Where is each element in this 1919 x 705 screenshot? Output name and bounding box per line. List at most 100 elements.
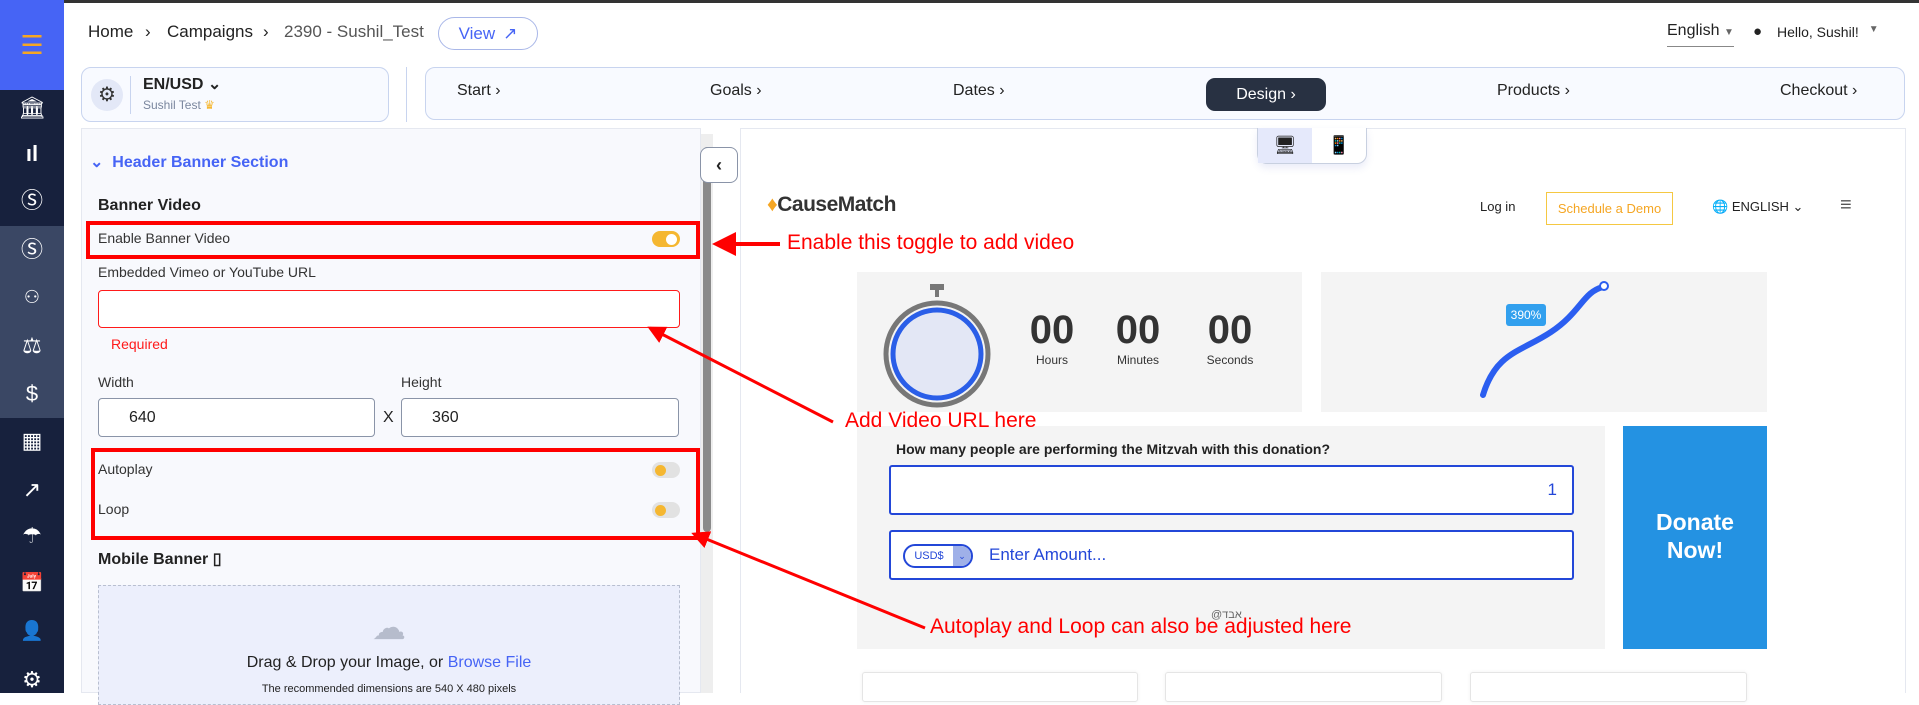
height-value: 360 [432, 408, 459, 426]
logo-text: CauseMatch [777, 193, 896, 216]
calendar-check-icon[interactable]: 📅 [0, 569, 64, 599]
countdown: 00 Hours 00 Minutes 00 Seconds [1017, 308, 1265, 367]
caret-down-icon: ▼ [1723, 27, 1734, 38]
stopwatch-icon [883, 284, 991, 408]
breadcrumb-campaigns[interactable]: Campaigns [167, 22, 253, 42]
view-button[interactable]: View ↗ [438, 17, 538, 50]
amount-input[interactable]: USD$ ⌄ Enter Amount... [889, 530, 1574, 580]
seconds-value: 00 [1207, 308, 1253, 352]
gear-icon[interactable]: ⚙ [91, 79, 123, 111]
umbrella-icon[interactable]: ☂ [0, 521, 64, 551]
chevron-down-icon: ⌄ [953, 546, 971, 566]
gear-icon[interactable]: ⚙ [0, 665, 64, 695]
grid-icon[interactable]: ▦ [0, 426, 64, 456]
section-toggle-header-banner[interactable]: ⌄ Header Banner Section [90, 152, 288, 172]
campaign-settings-card: ⚙ EN/USD ⌄ Sushil Test ♛ [81, 67, 389, 122]
progress-card: 390% [1321, 272, 1767, 412]
campaign-name: Sushil Test ♛ [143, 98, 215, 112]
seconds-label: Seconds [1206, 353, 1254, 367]
annotation-url: Add Video URL here [845, 409, 1037, 432]
progress-curve [1480, 281, 1609, 398]
bank-icon[interactable]: 🏛 [0, 93, 64, 123]
height-input[interactable]: 360 [401, 398, 679, 437]
mobile-banner-heading: Mobile Banner ▯ [98, 549, 222, 569]
people-question: How many people are performing the Mitzv… [896, 441, 1331, 457]
scrollbar[interactable] [701, 134, 713, 693]
dropzone-hint: The recommended dimensions are 540 X 480… [261, 683, 517, 695]
external-link-icon: ↗ [503, 23, 518, 43]
step-label: Goals [710, 82, 752, 99]
users-icon[interactable]: ⚇ [0, 282, 64, 312]
divider [406, 67, 407, 122]
mobile-phone-icon: ▯ [212, 551, 222, 568]
step-products[interactable]: Products › [1497, 82, 1570, 100]
chevron-down-icon: ⌄ [90, 154, 104, 171]
preview-language-value: ENGLISH [1731, 199, 1789, 214]
dropzone-label: Drag & Drop your Image, or [246, 654, 448, 671]
language-select[interactable]: English ▼ [1667, 22, 1734, 47]
scrollbar-thumb[interactable] [703, 147, 711, 532]
device-toggle: 🖥 📱 [1257, 128, 1367, 164]
greeting: Hello, Sushil! [1777, 24, 1859, 40]
video-url-input[interactable] [98, 290, 680, 328]
menu-toggle-button[interactable]: ☰ [0, 0, 64, 90]
chevron-right-icon: › [263, 22, 269, 41]
amount-placeholder: Enter Amount... [989, 545, 1107, 564]
locale-select[interactable]: EN/USD ⌄ [143, 74, 221, 94]
collapse-panel-button[interactable]: ‹ [700, 147, 738, 183]
mobile-banner-dropzone[interactable]: ☁ Drag & Drop your Image, or Browse File… [98, 585, 680, 705]
step-dates[interactable]: Dates › [953, 82, 1005, 100]
donate-line2: Now! [1666, 537, 1724, 563]
breadcrumb-home[interactable]: Home [88, 22, 133, 42]
dropzone-text: Drag & Drop your Image, or Browse File [99, 654, 679, 672]
donate-now-button[interactable]: Donate Now! [1623, 426, 1767, 649]
step-start[interactable]: Start › [457, 82, 501, 100]
desktop-view-button[interactable]: 🖥 [1258, 128, 1312, 163]
login-link[interactable]: Log in [1480, 199, 1515, 214]
donate-line1: Donate [1656, 509, 1734, 535]
user-icon[interactable]: 👤 [0, 617, 64, 647]
people-count-value: 1 [1547, 480, 1557, 499]
mobile-view-button[interactable]: 📱 [1312, 128, 1366, 163]
dollar-circle-icon[interactable]: Ⓢ [0, 235, 64, 265]
step-label: Checkout [1780, 82, 1848, 99]
banner-video-heading: Banner Video [98, 197, 201, 214]
currency-select[interactable]: USD$ ⌄ [903, 544, 973, 568]
width-input[interactable]: 640 [98, 398, 375, 437]
annotation-toggle: Enable this toggle to add video [787, 231, 1075, 254]
width-value: 640 [129, 408, 156, 426]
step-design[interactable]: Design › [1206, 78, 1326, 111]
steps-bar [425, 67, 1905, 120]
bar-chart-icon[interactable]: ıl [0, 139, 64, 169]
user-menu[interactable]: Hello, Sushil! ▼ [1777, 24, 1879, 40]
step-label: Design [1236, 85, 1287, 103]
step-checkout[interactable]: Checkout › [1780, 82, 1857, 100]
step-goals[interactable]: Goals › [710, 82, 762, 100]
dollar-circle-icon[interactable]: Ⓢ [0, 186, 64, 216]
preview-language-select[interactable]: 🌐 ENGLISH ⌄ [1712, 199, 1803, 215]
annotation-box-autoplay-loop [91, 448, 700, 540]
url-label: Embedded Vimeo or YouTube URL [98, 264, 316, 280]
locale-value: EN/USD [143, 76, 204, 93]
breadcrumb-current: 2390 - Sushil_Test [284, 22, 424, 41]
annotation-box-toggle [86, 221, 700, 259]
hours-label: Hours [1035, 353, 1068, 367]
url-error: Required [111, 336, 168, 352]
hours-value: 00 [1029, 308, 1075, 352]
scales-icon[interactable]: ⚖ [0, 331, 64, 361]
user-avatar-icon: ● [1753, 23, 1763, 40]
height-label: Height [401, 374, 442, 390]
divider [130, 76, 131, 114]
arrow-up-right-icon[interactable]: ↗ [0, 475, 64, 505]
hamburger-icon[interactable]: ≡ [1840, 194, 1852, 217]
dollar-icon[interactable]: $ [0, 379, 64, 409]
crown-icon: ♛ [204, 98, 215, 112]
caret-down-icon: ▼ [1868, 24, 1879, 35]
schedule-demo-button[interactable]: Schedule a Demo [1546, 192, 1673, 225]
minutes-label: Minutes [1116, 353, 1160, 367]
browse-file-link[interactable]: Browse File [448, 654, 532, 671]
step-label: Dates [953, 82, 995, 99]
people-count-input[interactable]: 1 [889, 465, 1574, 515]
globe-icon: 🌐 [1712, 199, 1729, 214]
causematch-logo[interactable]: ♦CauseMatch [767, 193, 896, 217]
